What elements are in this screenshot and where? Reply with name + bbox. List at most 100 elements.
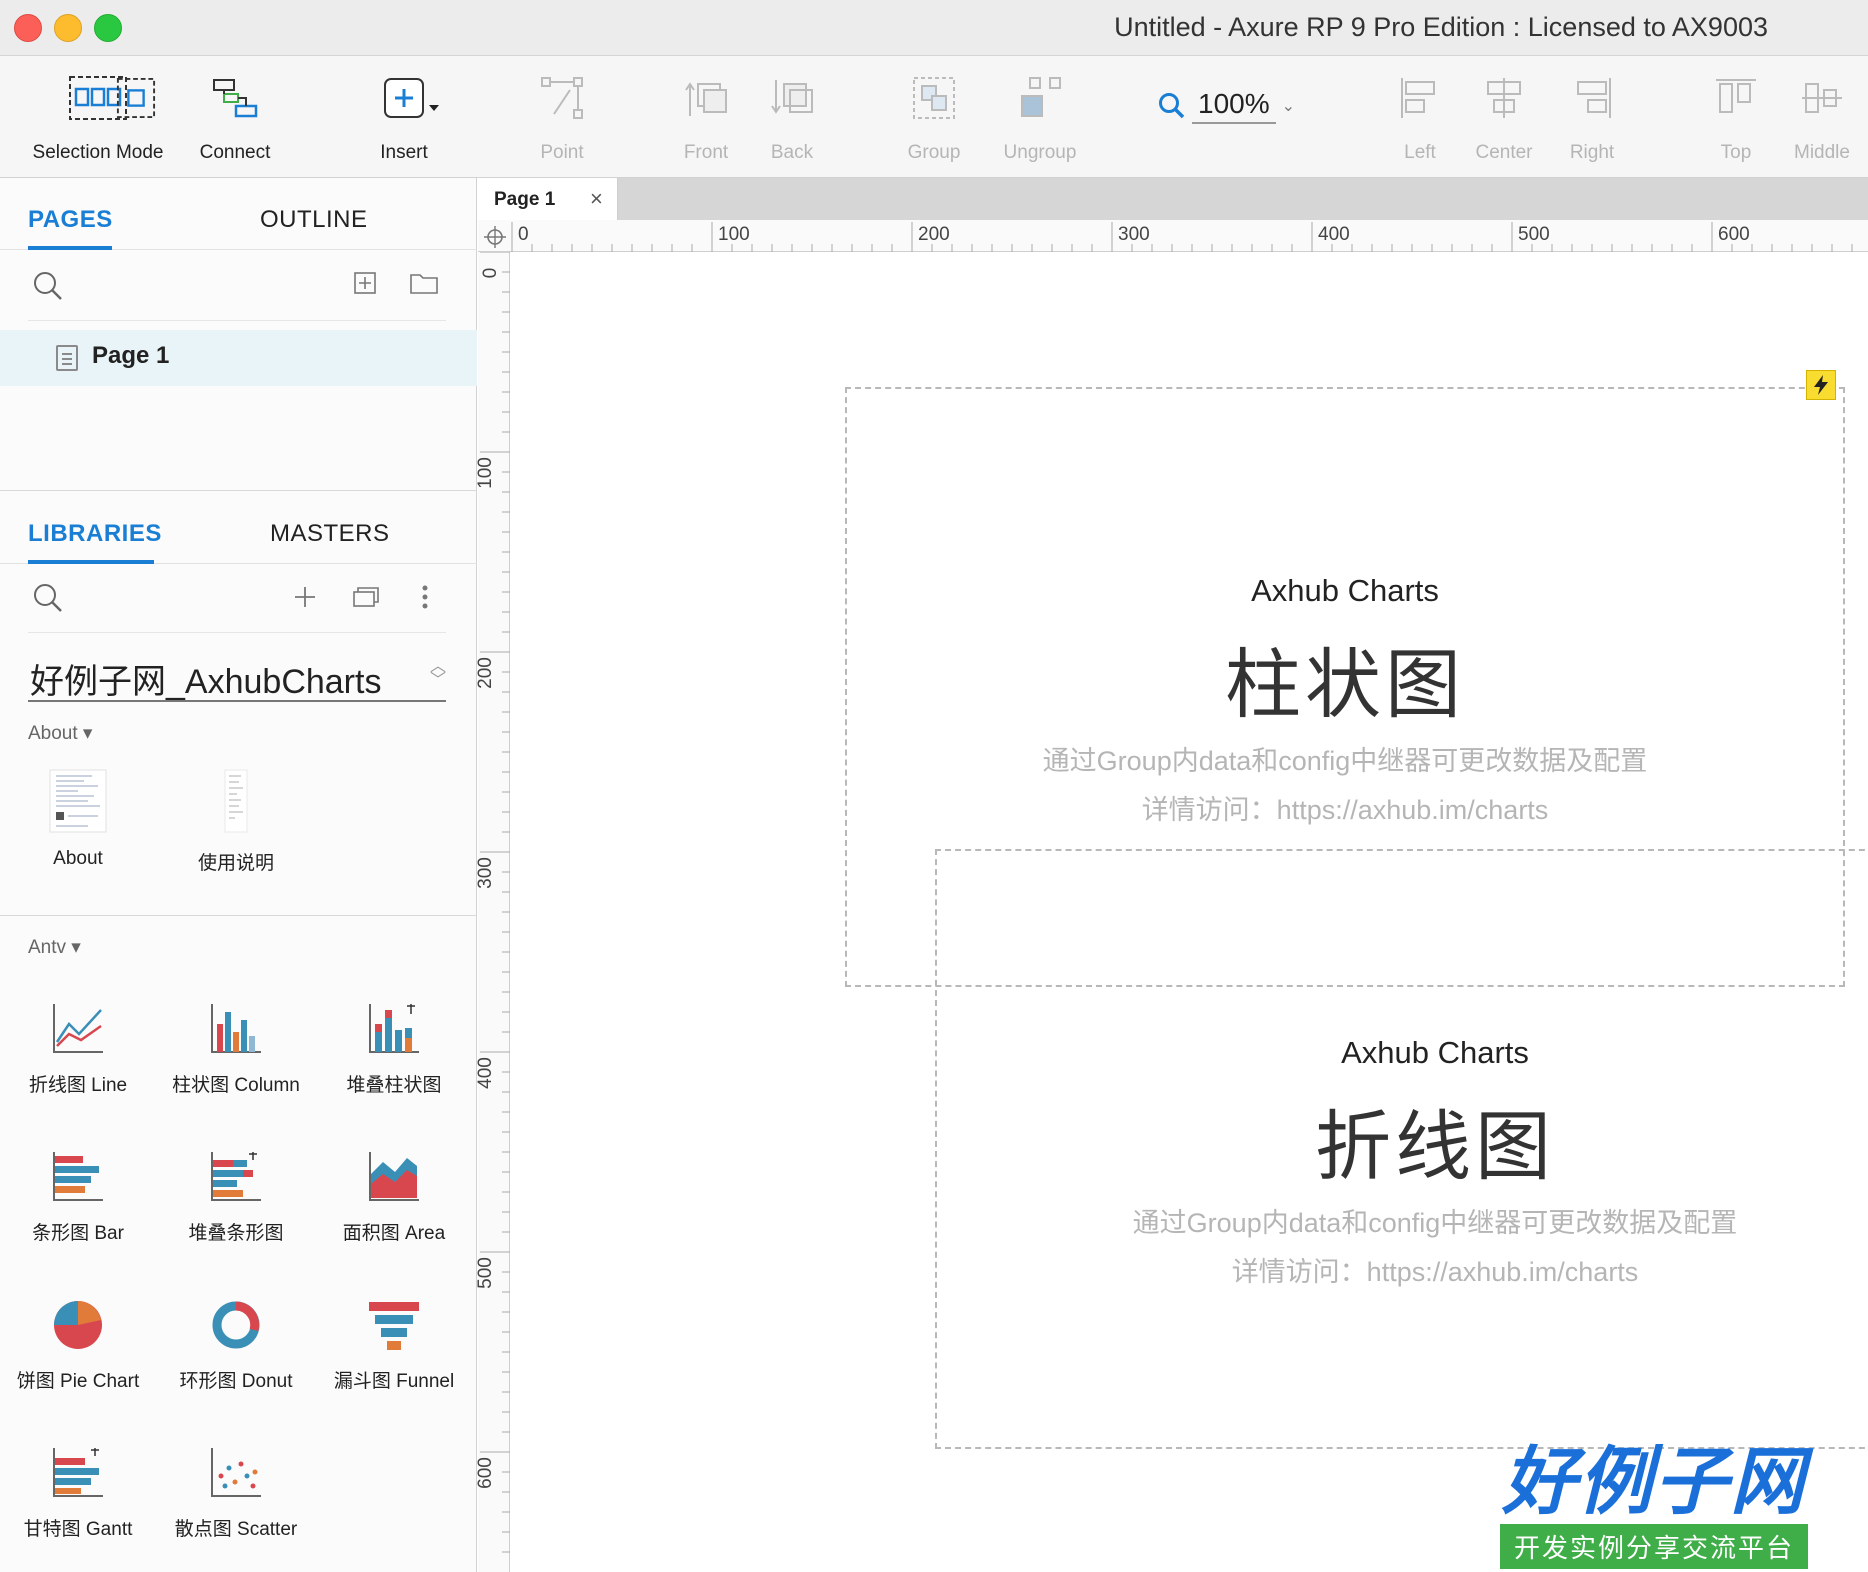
funnel-chart-icon — [316, 1282, 472, 1352]
vruler-label-400: 400 — [474, 1057, 496, 1089]
group-button[interactable]: Group — [894, 70, 974, 164]
align-right-button[interactable]: Right — [1552, 70, 1632, 164]
column-chart-icon — [158, 986, 314, 1056]
add-page-icon[interactable] — [354, 272, 376, 294]
vruler-ticks — [480, 252, 510, 1553]
align-right-icon — [1552, 70, 1632, 126]
usage-guide-icon — [158, 764, 314, 834]
updown-chevron-icon: ︿ ﹀ — [429, 658, 446, 689]
vruler-label-100: 100 — [474, 457, 496, 489]
connect-icon — [190, 70, 280, 126]
close-tab-icon[interactable]: × — [590, 186, 603, 212]
bar-chart-icon — [0, 1134, 156, 1204]
widget-column-chart[interactable]: 柱状图 Column — [158, 986, 314, 1097]
add-folder-icon[interactable] — [410, 272, 438, 294]
main-toolbar: Selection Mode Connect Insert Point Fron… — [0, 56, 1868, 178]
column-chart-card: Axhub Charts 柱状图 通过Group内data和config中继器可… — [845, 573, 1845, 827]
zoom-value[interactable]: 100% — [1192, 88, 1276, 124]
hruler-label-600: 600 — [1718, 224, 1750, 245]
widget-stacked-column-chart[interactable]: 堆叠柱状图 — [316, 986, 472, 1097]
interaction-bolt-icon[interactable] — [1806, 370, 1836, 400]
section-antv[interactable]: Antv ▾ — [28, 936, 81, 959]
tab-masters[interactable]: MASTERS — [270, 520, 390, 548]
ruler-ticks — [511, 222, 1853, 252]
site-logo: 好例子网 开发实例分享交流平台 — [1500, 1440, 1808, 1569]
align-middle-button[interactable]: Middle — [1782, 70, 1862, 164]
connect-button[interactable]: Connect — [190, 70, 280, 164]
library-stack-icon[interactable] — [352, 584, 380, 608]
card1-link: 详情访问：https://axhub.im/charts — [1141, 795, 1549, 825]
close-window-button[interactable] — [14, 14, 42, 42]
widget-area-chart[interactable]: 面积图 Area — [316, 1134, 472, 1245]
align-center-icon — [1464, 70, 1544, 126]
widget-gantt-chart[interactable]: 甘特图 Gantt — [0, 1430, 156, 1541]
hruler-label-400: 400 — [1318, 224, 1350, 245]
title-bar: Untitled - Axure RP 9 Pro Edition : Lice… — [0, 0, 1868, 56]
insert-button[interactable]: Insert — [364, 70, 444, 164]
card1-title: Axhub Charts — [1251, 573, 1439, 608]
widget-donut-chart[interactable]: 环形图 Donut — [158, 1282, 314, 1393]
widget-funnel-chart[interactable]: 漏斗图 Funnel — [316, 1282, 472, 1393]
pie-chart-icon — [0, 1282, 156, 1352]
window-title: Untitled - Axure RP 9 Pro Edition : Lice… — [1114, 12, 1768, 42]
point-button[interactable]: Point — [522, 70, 602, 164]
area-chart-icon — [316, 1134, 472, 1204]
align-top-icon — [1696, 70, 1776, 126]
section-about[interactable]: About ▾ — [28, 722, 92, 745]
widget-stacked-bar-chart[interactable]: 堆叠条形图 — [158, 1134, 314, 1245]
align-left-button[interactable]: Left — [1380, 70, 1460, 164]
align-left-icon — [1380, 70, 1460, 126]
stacked-bar-chart-icon — [158, 1134, 314, 1204]
page-label: Page 1 — [92, 342, 170, 369]
bring-front-button[interactable]: Front — [666, 70, 746, 164]
widget-usage-guide[interactable]: 使用说明 — [158, 764, 314, 875]
align-center-button[interactable]: Center — [1464, 70, 1544, 164]
gantt-chart-icon — [0, 1430, 156, 1500]
page-list-item[interactable]: Page 1 — [0, 330, 477, 386]
widget-pie-chart[interactable]: 饼图 Pie Chart — [0, 1282, 156, 1393]
tab-libraries-underline — [28, 560, 154, 564]
tab-page-1[interactable]: Page 1 × — [478, 178, 618, 220]
point-icon — [522, 70, 602, 126]
ungroup-icon — [992, 70, 1088, 126]
add-library-icon[interactable] — [292, 584, 318, 610]
minimize-window-button[interactable] — [54, 14, 82, 42]
logo-main-text: 好例子网 — [1502, 1440, 1806, 1523]
ruler-origin-icon[interactable] — [484, 226, 506, 248]
align-top-button[interactable]: Top — [1696, 70, 1776, 164]
group-icon — [894, 70, 974, 126]
widget-line-chart[interactable]: 折线图 Line — [0, 986, 156, 1097]
pages-tabbar: PAGES OUTLINE — [0, 178, 477, 250]
chevron-down-icon[interactable]: ⌄ — [1282, 96, 1295, 116]
libraries-tabbar: LIBRARIES MASTERS — [0, 492, 477, 564]
tab-outline[interactable]: OUTLINE — [260, 206, 368, 234]
design-canvas[interactable]: Axhub Charts 柱状图 通过Group内data和config中继器可… — [511, 253, 1868, 1572]
search-pages-icon[interactable] — [32, 270, 64, 302]
widget-scatter-chart[interactable]: 散点图 Scatter — [158, 1430, 314, 1541]
document-thumbnail-icon — [0, 764, 156, 834]
tab-libraries[interactable]: LIBRARIES — [28, 520, 162, 548]
zoom-control[interactable]: 100% ⌄ — [1158, 88, 1295, 124]
hruler-label-500: 500 — [1518, 224, 1550, 245]
maximize-window-button[interactable] — [94, 14, 122, 42]
library-select-value: 好例子网_AxhubCharts — [30, 663, 382, 701]
contained-selection-icon[interactable] — [116, 70, 156, 126]
search-libraries-icon[interactable] — [32, 582, 64, 614]
more-options-icon[interactable] — [420, 584, 430, 610]
send-back-icon — [752, 70, 832, 126]
send-back-button[interactable]: Back — [752, 70, 832, 164]
vertical-ruler: 0 100 200 300 400 500 600 — [474, 252, 510, 1572]
vruler-label-600: 600 — [474, 1457, 496, 1489]
tab-pages-underline — [28, 246, 112, 250]
hruler-label-200: 200 — [918, 224, 950, 245]
widget-about[interactable]: About — [0, 764, 156, 870]
tab-pages[interactable]: PAGES — [28, 206, 113, 234]
widget-bar-chart[interactable]: 条形图 Bar — [0, 1134, 156, 1245]
line-chart-card: Axhub Charts 折线图 通过Group内data和config中继器可… — [935, 1035, 1868, 1289]
align-middle-icon — [1782, 70, 1862, 126]
ungroup-button[interactable]: Ungroup — [992, 70, 1088, 164]
library-select[interactable]: 好例子网_AxhubCharts ︿ ﹀ — [28, 652, 446, 702]
horizontal-ruler: 0 100 200 300 400 500 600 — [478, 220, 1868, 252]
page-icon — [56, 345, 78, 371]
card2-chart-name: 折线图 — [1315, 1105, 1555, 1190]
